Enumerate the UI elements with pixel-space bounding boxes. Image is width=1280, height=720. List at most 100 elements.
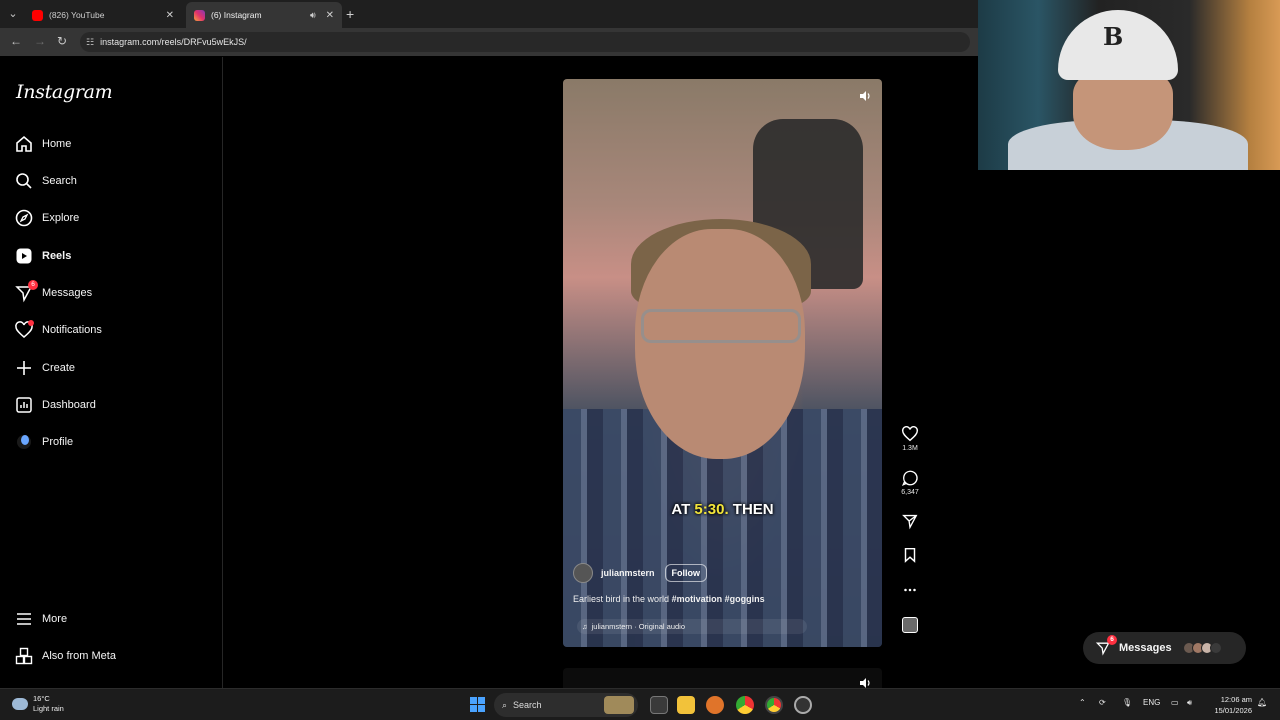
sidebar-item-dashboard[interactable]: Dashboard xyxy=(14,391,214,419)
brave-browser-icon[interactable] xyxy=(706,696,724,714)
author-username[interactable]: julianmstern xyxy=(601,568,655,578)
language-indicator[interactable]: ENG xyxy=(1143,698,1160,707)
weather-widget[interactable]: 16°C Light rain xyxy=(12,694,64,714)
tab-title: (826) YouTube xyxy=(49,10,105,20)
sync-icon[interactable]: ⟳ xyxy=(1099,698,1106,707)
sidebar-item-label: Home xyxy=(42,138,72,150)
tab-instagram[interactable]: (6) Instagram 🔊︎ ✕ xyxy=(186,2,342,28)
clock-time: 12:06 am xyxy=(1220,695,1252,704)
file-explorer-icon[interactable] xyxy=(677,696,695,714)
search-highlight-image xyxy=(604,696,634,714)
save-button[interactable] xyxy=(898,546,922,564)
heart-icon xyxy=(14,320,34,340)
sidebar-item-reels[interactable]: Reels xyxy=(14,242,214,270)
music-note-icon: ♫ xyxy=(582,622,588,631)
instagram-logo[interactable]: Instagram xyxy=(16,81,113,103)
notification-dot xyxy=(28,320,34,326)
bookmark-icon xyxy=(904,547,916,563)
sidebar-item-search[interactable]: Search xyxy=(14,167,214,195)
comment-count: 6,347 xyxy=(901,489,919,496)
sidebar-item-label: Reels xyxy=(42,250,72,262)
messenger-icon: 6 xyxy=(14,280,38,303)
sidebar-item-create[interactable]: Create xyxy=(14,354,214,382)
avatar xyxy=(1209,642,1222,654)
video-scene-face xyxy=(635,229,805,459)
next-reel-video[interactable] xyxy=(563,668,882,688)
comment-icon xyxy=(901,470,918,487)
taskbar-search[interactable]: ⌕ Search xyxy=(494,693,638,717)
video-scene-glasses xyxy=(641,309,801,343)
more-options-button[interactable] xyxy=(898,581,922,599)
dashboard-icon xyxy=(14,395,34,415)
messages-floating-button[interactable]: 6 Messages xyxy=(1083,632,1246,664)
url-text: instagram.com/reels/DRFvu5wEkJS/ xyxy=(100,37,247,47)
task-view-icon[interactable] xyxy=(650,696,668,714)
audio-thumbnail-button[interactable] xyxy=(898,617,922,633)
sidebar-item-label: Create xyxy=(42,362,76,374)
url-input[interactable]: ☷ instagram.com/reels/DRFvu5wEkJS/ xyxy=(80,32,970,52)
comment-button[interactable]: 6,347 xyxy=(898,469,922,496)
recent-chat-avatars xyxy=(1182,642,1222,654)
meta-apps-icon xyxy=(14,646,34,666)
sidebar-item-label: More xyxy=(42,613,68,625)
reel-video[interactable]: AT 5:30. THEN julianmstern Follow Earlie… xyxy=(563,79,882,647)
subtitle-prefix: AT xyxy=(671,501,691,518)
webcam-overlay: B xyxy=(978,0,1280,170)
audio-attribution[interactable]: ♫ julianmstern · Original audio xyxy=(577,619,807,634)
share-button[interactable] xyxy=(898,512,922,530)
forward-arrow-icon[interactable]: → xyxy=(34,34,46,48)
close-tab-icon[interactable]: ✕ xyxy=(166,10,174,21)
chrome-active-icon[interactable] xyxy=(765,696,783,714)
sidebar-item-explore[interactable]: Explore xyxy=(14,204,214,232)
volume-icon[interactable] xyxy=(858,89,872,103)
sidebar-item-label: Also from Meta xyxy=(42,650,116,662)
speaker-icon[interactable]: 🔊︎ xyxy=(310,10,316,21)
share-icon xyxy=(902,514,918,530)
sidebar-item-label: Search xyxy=(42,175,77,187)
sidebar-item-home[interactable]: Home xyxy=(14,130,214,158)
author-row: julianmstern Follow xyxy=(573,563,708,583)
author-avatar[interactable] xyxy=(573,563,593,583)
sidebar-item-more[interactable]: More xyxy=(14,605,214,633)
cap-logo: B xyxy=(1103,22,1124,51)
search-icon: ⌕ xyxy=(502,699,508,710)
reload-icon[interactable]: ↻ xyxy=(57,34,67,48)
tab-youtube[interactable]: (826) YouTube ✕ xyxy=(24,2,182,28)
sidebar-item-profile[interactable]: Profile xyxy=(14,428,214,456)
network-icon[interactable]: ▭ xyxy=(1171,698,1179,707)
sidebar-item-also-from-meta[interactable]: Also from Meta xyxy=(14,642,214,670)
caption-text: Earliest bird in the world xyxy=(573,594,670,604)
address-bar-row: ← → ↻ ☷ instagram.com/reels/DRFvu5wEkJS/ xyxy=(0,28,978,56)
windows-start-icon[interactable] xyxy=(470,697,485,712)
system-clock[interactable]: 12:06 am 15/01/2026 xyxy=(1214,694,1252,716)
sidebar-item-messages[interactable]: 6 Messages xyxy=(14,279,214,307)
site-info-icon[interactable]: ☷ xyxy=(86,37,94,48)
clock-date: 15/01/2026 xyxy=(1214,706,1252,715)
back-arrow-icon[interactable]: ← xyxy=(10,34,22,48)
weather-condition: Light rain xyxy=(33,704,64,713)
volume-icon[interactable]: 🔊︎ xyxy=(1187,698,1192,708)
weather-temp: 16°C xyxy=(33,694,50,703)
chevron-up-icon[interactable]: ⌃ xyxy=(1079,698,1086,707)
more-dots-icon xyxy=(904,588,916,592)
tab-search-chevron-icon[interactable]: ⌄ xyxy=(4,5,22,23)
sidebar-item-label: Notifications xyxy=(42,324,102,336)
sidebar-item-notifications[interactable]: Notifications xyxy=(14,316,214,344)
windows-taskbar: 16°C Light rain ⌕ Search ⌃ ⟳ 🎙︎ ENG ▭ 🔊︎… xyxy=(0,688,1280,720)
close-tab-icon[interactable]: ✕ xyxy=(326,10,334,21)
reel-caption: Earliest bird in the world #motivation #… xyxy=(573,594,765,604)
new-tab-plus-icon[interactable]: + xyxy=(346,6,354,22)
hamburger-menu-icon xyxy=(14,609,34,629)
notification-bell-icon[interactable]: 🔔︎ xyxy=(1257,698,1267,707)
app-icon[interactable] xyxy=(794,696,812,714)
sidebar-item-label: Dashboard xyxy=(42,399,96,411)
messages-badge: 6 xyxy=(28,280,38,290)
subtitle-highlight: 5:30. xyxy=(694,501,729,518)
microphone-icon[interactable]: 🎙︎ xyxy=(1122,698,1132,707)
caption-hashtags[interactable]: #motivation #goggins xyxy=(672,594,765,604)
follow-button[interactable]: Follow xyxy=(664,564,708,582)
like-button[interactable]: 1.3M xyxy=(898,425,922,452)
instagram-sidebar: Instagram Home Search Explore Reels 6 Me… xyxy=(0,57,223,688)
home-icon xyxy=(14,134,34,154)
chrome-icon[interactable] xyxy=(736,696,754,714)
